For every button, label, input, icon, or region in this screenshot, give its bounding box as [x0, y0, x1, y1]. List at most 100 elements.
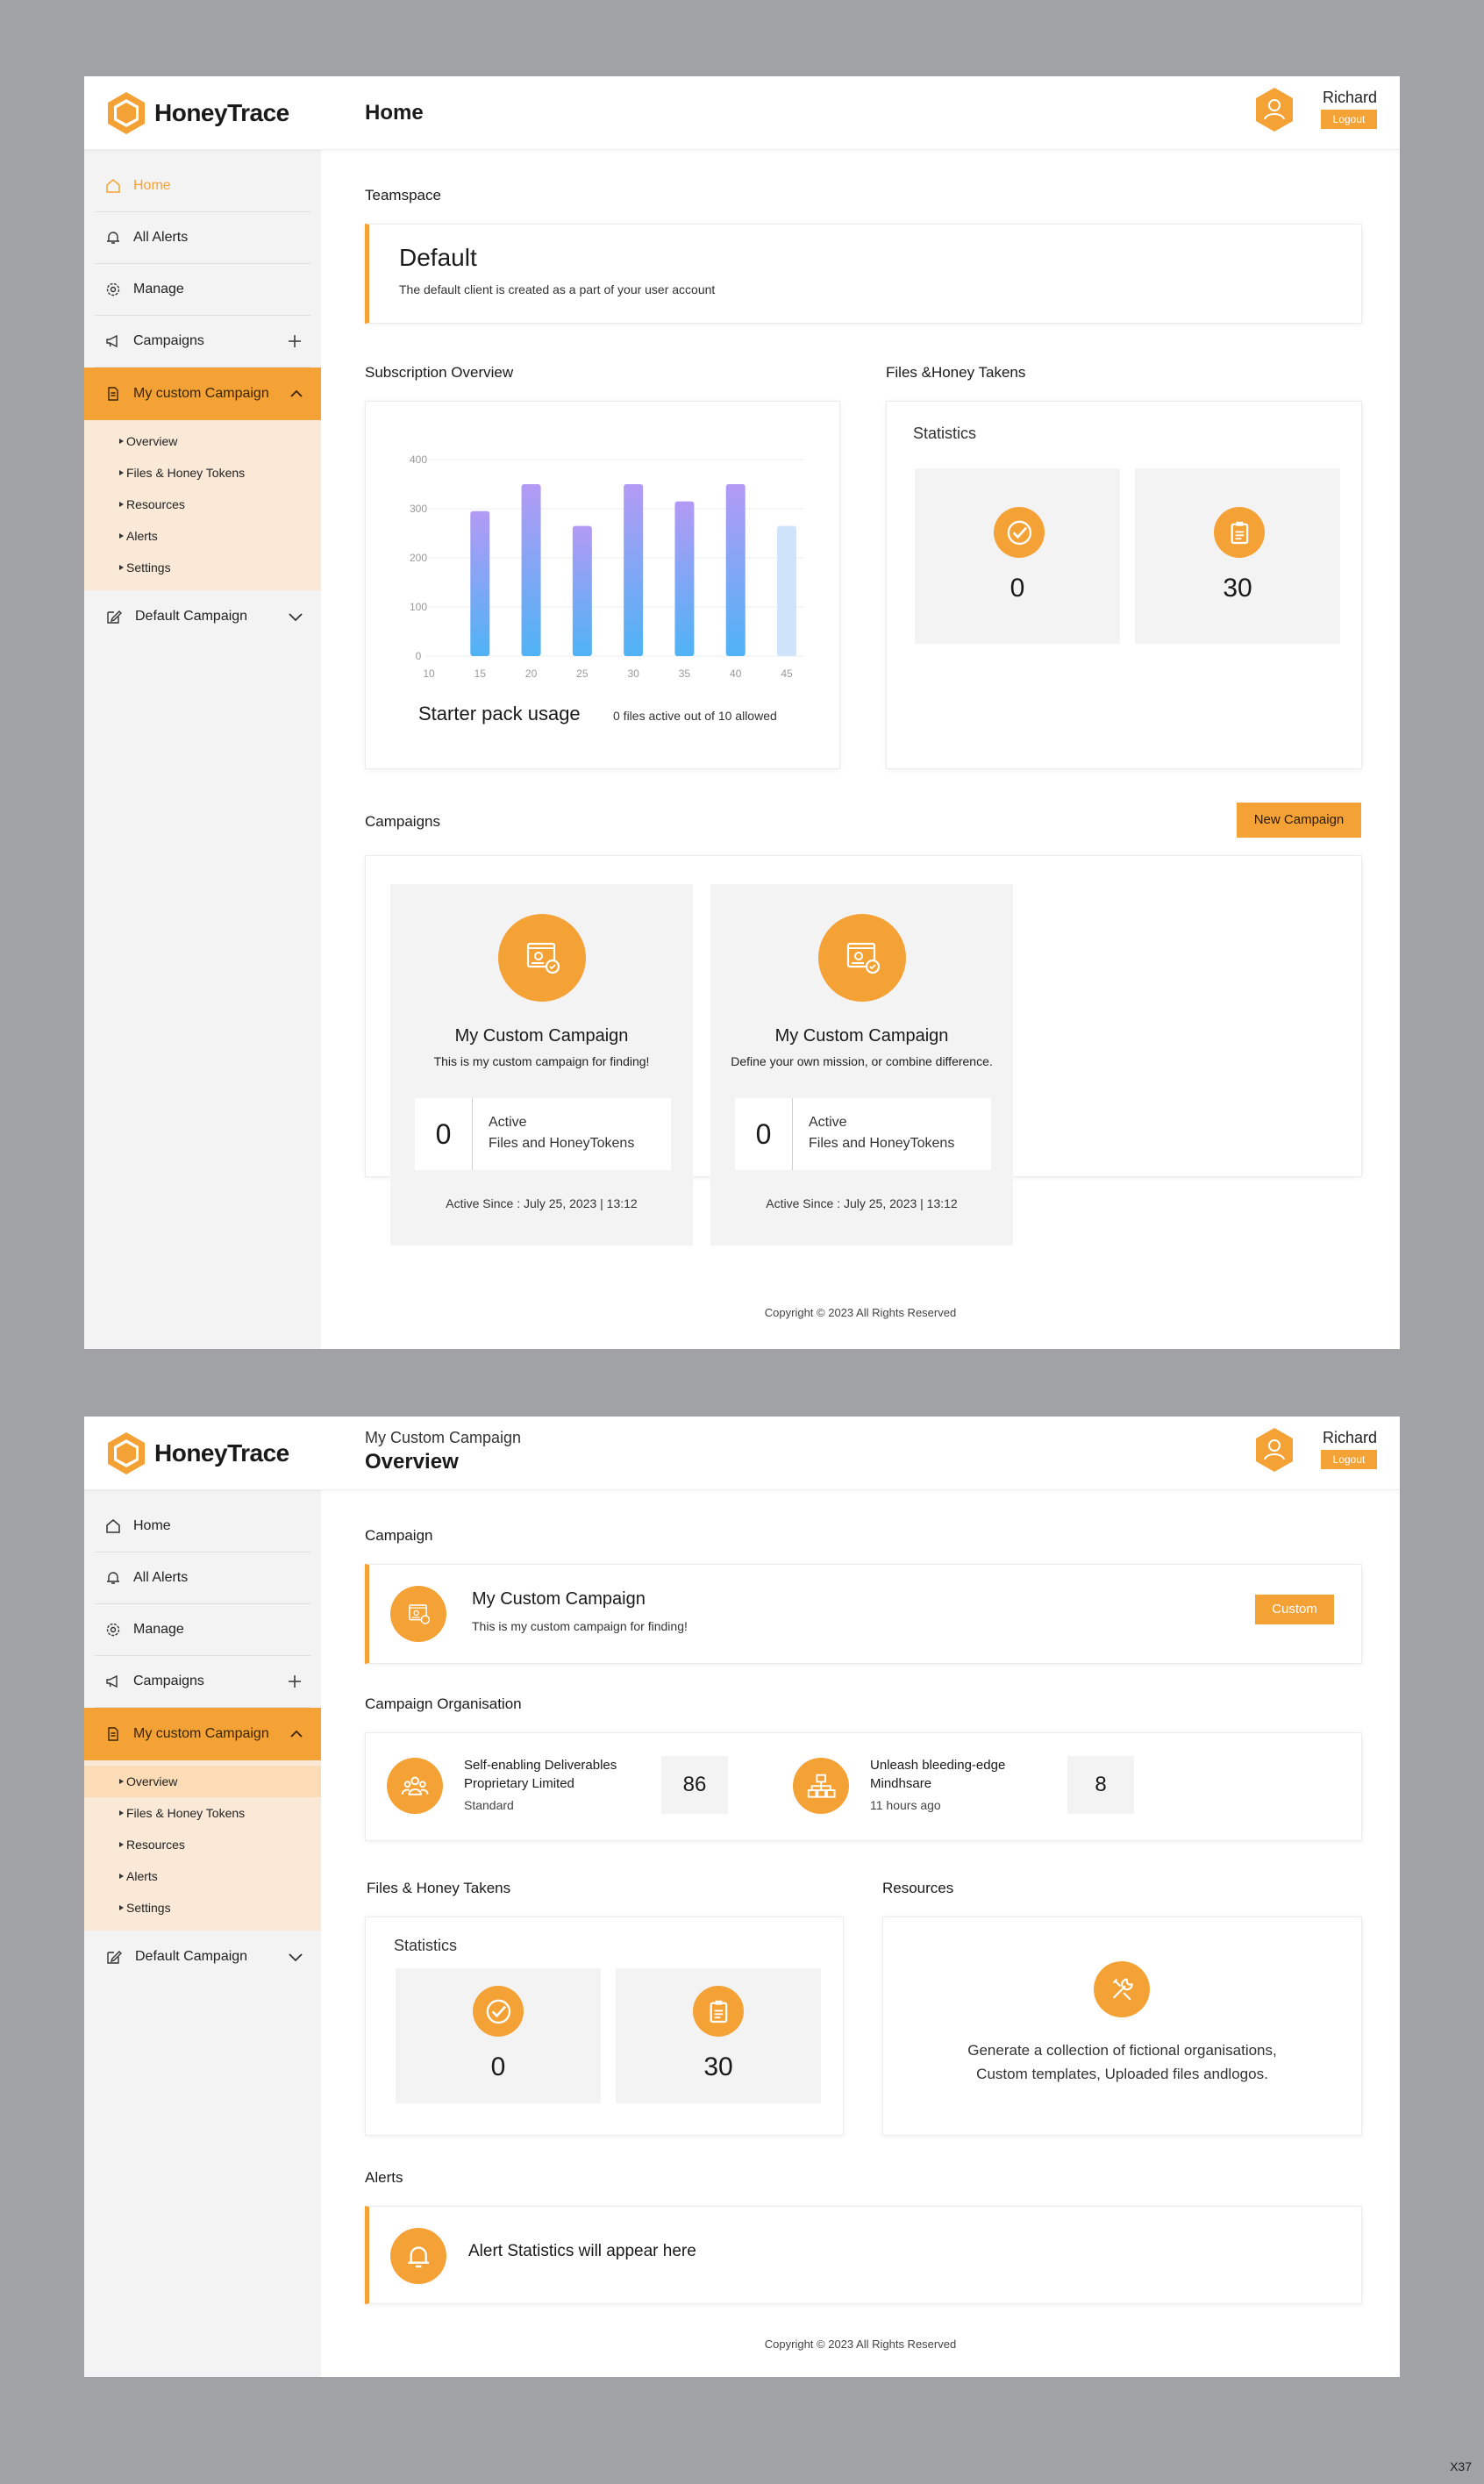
active-label-line2: Files and HoneyTokens [489, 1136, 635, 1151]
sidebar-item-my-custom-campaign[interactable]: My custom Campaign [84, 368, 321, 420]
subnav-resources[interactable]: Resources [84, 1829, 321, 1860]
sidebar-item-all-alerts[interactable]: All Alerts [95, 1552, 310, 1604]
bell-icon [105, 1570, 121, 1586]
home-icon [105, 1518, 121, 1534]
subscription-bar-chart: 0 100 200 300 400 10 15 20 25 30 35 40 45 [410, 453, 804, 680]
chart-bar[interactable] [674, 501, 695, 656]
chevron-down-icon[interactable] [286, 1947, 305, 1966]
user-menu[interactable]: Richard Logout [1254, 87, 1377, 138]
sidebar-item-home[interactable]: Home [95, 161, 310, 212]
campaign-card[interactable]: My Custom Campaign Define your own missi… [710, 884, 1013, 1246]
chart-bar[interactable] [521, 484, 541, 656]
document-icon [105, 1726, 121, 1742]
x-tick-label: 15 [474, 667, 487, 680]
sidebar-item-home[interactable]: Home [95, 1501, 310, 1552]
campaign-subnav: Overview Files & Honey Tokens Resources … [84, 420, 321, 590]
sidebar-item-default-campaign[interactable]: Default Campaign [95, 590, 310, 643]
y-tick-label: 0 [416, 650, 422, 662]
campaign-card-description: Define your own mission, or combine diff… [731, 1054, 993, 1068]
campaign-type-button[interactable]: Custom [1255, 1595, 1334, 1624]
home-icon [105, 178, 121, 194]
sidebar-item-default-campaign[interactable]: Default Campaign [95, 1931, 310, 1983]
alerts-placeholder-text: Alert Statistics will appear here [468, 2242, 696, 2260]
chevron-up-icon[interactable] [288, 385, 305, 403]
campaigns-section-title: Campaigns [365, 813, 440, 830]
hexagon-logo-icon [108, 92, 145, 134]
sidebar-item-manage[interactable]: Manage [95, 264, 310, 316]
user-menu[interactable]: Richard Logout [1254, 1427, 1377, 1478]
organisation-value: 8 [1067, 1756, 1134, 1814]
gear-icon [105, 282, 121, 297]
plus-icon[interactable] [286, 332, 303, 350]
chart-bar[interactable] [777, 525, 796, 656]
alerts-card[interactable]: Alert Statistics will appear here [365, 2206, 1362, 2304]
chart-bar[interactable] [470, 510, 490, 656]
total-count: 30 [703, 2052, 733, 2081]
sidebar: Home All Alerts Manage Campaigns My cust… [84, 1490, 321, 2377]
resources-card[interactable]: Generate a collection of fictional organ… [882, 1917, 1362, 2136]
sidebar-item-campaigns[interactable]: Campaigns [95, 316, 310, 368]
subnav-overview[interactable]: Overview [84, 425, 321, 457]
x-tick-label: 45 [781, 667, 793, 680]
bell-icon [390, 2228, 446, 2284]
files-card: Statistics 0 30 [886, 401, 1362, 769]
y-tick-label: 300 [410, 503, 427, 515]
sidebar-item-campaigns[interactable]: Campaigns [95, 1656, 310, 1708]
active-label-line2: Files and HoneyTokens [809, 1136, 955, 1151]
megaphone-icon [105, 1674, 121, 1689]
campaign-section-title: Campaign [365, 1527, 433, 1544]
y-tick-label: 200 [410, 552, 427, 564]
resources-text-line2: Custom templates, Uploaded files andlogo… [976, 2066, 1268, 2082]
campaign-active-label: Active Files and HoneyTokens [489, 1112, 634, 1154]
sidebar-item-all-alerts[interactable]: All Alerts [95, 212, 310, 264]
total-stat-box: 30 [616, 1968, 821, 2103]
new-campaign-button[interactable]: New Campaign [1237, 803, 1361, 838]
chart-bar[interactable] [572, 525, 592, 656]
logout-button[interactable]: Logout [1321, 110, 1377, 129]
top-header: HoneyTrace Home Richard Logout [84, 76, 1400, 150]
plus-icon[interactable] [286, 1673, 303, 1690]
organisation-name[interactable]: Unleash bleeding-edge Mindhsare [870, 1756, 1005, 1793]
subnav-overview[interactable]: Overview [84, 1766, 321, 1797]
campaign-settings-icon [498, 914, 586, 1002]
sidebar-item-label: Home [133, 178, 171, 193]
teamspace-section-title: Teamspace [365, 187, 441, 203]
user-avatar-icon[interactable] [1254, 1427, 1295, 1473]
subnav-settings[interactable]: Settings [84, 552, 321, 583]
organisation-card: Self-enabling Deliverables Proprietary L… [365, 1732, 1362, 1841]
subnav-alerts[interactable]: Alerts [84, 1860, 321, 1892]
organisation-value: 86 [661, 1756, 728, 1814]
chevron-up-icon[interactable] [288, 1725, 305, 1743]
x-tick-label: 25 [576, 667, 589, 680]
sidebar-item-manage[interactable]: Manage [95, 1604, 310, 1656]
subnav-files-honey-tokens[interactable]: Files & Honey Tokens [84, 457, 321, 489]
page-title: Home [365, 101, 424, 125]
top-header: HoneyTrace My Custom Campaign Overview R… [84, 1417, 1400, 1490]
corner-label: X37 [1450, 2459, 1472, 2473]
campaign-settings-icon [390, 1586, 446, 1642]
campaign-card[interactable]: My Custom Campaign This is my custom cam… [390, 884, 693, 1246]
subnav-alerts[interactable]: Alerts [84, 520, 321, 552]
subnav-files-honey-tokens[interactable]: Files & Honey Tokens [84, 1797, 321, 1829]
logout-button[interactable]: Logout [1321, 1450, 1377, 1469]
chevron-down-icon[interactable] [286, 607, 305, 626]
brand-logo[interactable]: HoneyTrace [105, 1429, 289, 1478]
chart-bar[interactable] [725, 484, 746, 656]
organisation-name[interactable]: Self-enabling Deliverables Proprietary L… [464, 1756, 617, 1793]
brand-logo[interactable]: HoneyTrace [105, 89, 289, 138]
active-stat-box: 0 [915, 468, 1120, 644]
user-avatar-icon[interactable] [1254, 87, 1295, 132]
overview-screen: HoneyTrace My Custom Campaign Overview R… [84, 1417, 1400, 2377]
gear-icon [105, 1622, 121, 1638]
sidebar-item-my-custom-campaign[interactable]: My custom Campaign [84, 1708, 321, 1760]
sidebar-item-label: My custom Campaign [133, 386, 269, 401]
breadcrumb[interactable]: My Custom Campaign [365, 1429, 521, 1447]
document-icon [105, 386, 121, 402]
subnav-resources[interactable]: Resources [84, 489, 321, 520]
chart-bar[interactable] [624, 484, 644, 656]
subnav-settings[interactable]: Settings [84, 1892, 321, 1924]
teamspace-card[interactable]: Default The default client is created as… [365, 224, 1362, 324]
files-section-title: Files & Honey Takens [367, 1880, 511, 1896]
statistics-label: Statistics [913, 425, 977, 442]
organisation-meta: 11 hours ago [870, 1798, 941, 1812]
